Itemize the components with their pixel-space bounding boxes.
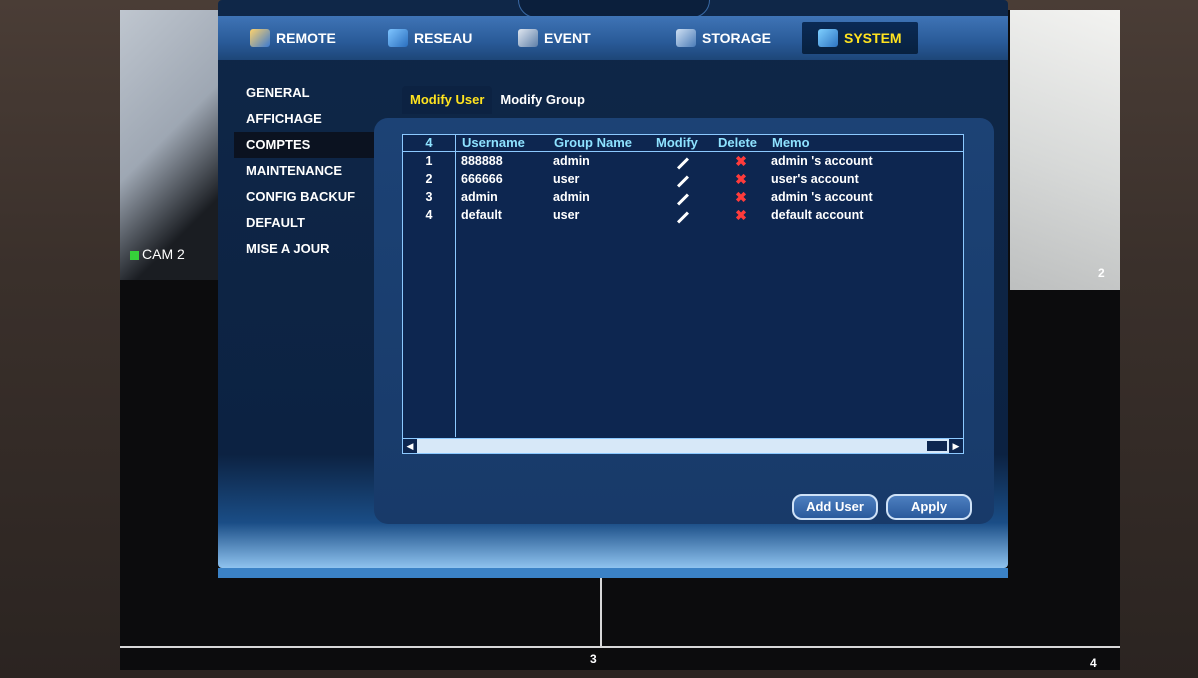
tab-event-label: EVENT (544, 30, 591, 46)
delete-button[interactable]: ✖ (717, 153, 765, 170)
tab-remote[interactable]: REMOTE (250, 22, 336, 54)
dialog-bottom-glow (218, 568, 1008, 578)
camera-number-3: 3 (590, 652, 597, 666)
tab-modify-group[interactable]: Modify Group (492, 86, 593, 114)
pencil-icon (676, 157, 690, 170)
horizontal-scrollbar[interactable]: ◀ ▶ (403, 438, 963, 453)
row-username: admin (461, 190, 498, 204)
header-delete: Delete (718, 135, 758, 150)
table-row[interactable]: 3 admin admin ✖ admin 's account (403, 188, 963, 206)
grid-divider-v (600, 570, 602, 648)
camera-feed-2 (120, 10, 232, 280)
tab-event[interactable]: EVENT (518, 22, 591, 54)
storage-icon (676, 29, 696, 47)
modify-button[interactable] (655, 190, 711, 206)
sidebar-item-maintenance[interactable]: MAINTENANCE (234, 158, 384, 184)
apply-button[interactable]: Apply (886, 494, 972, 520)
row-memo: user's account (771, 172, 859, 186)
camera-number-2: 2 (1098, 266, 1105, 280)
settings-dialog: REMOTE RESEAU EVENT STORAGE SYSTEM GENER… (218, 0, 1008, 568)
network-icon (388, 29, 408, 47)
pencil-icon (676, 193, 690, 206)
main-tab-bar: REMOTE RESEAU EVENT STORAGE SYSTEM (218, 16, 1008, 60)
sidebar-item-mise-a-jour[interactable]: MISE A JOUR (234, 236, 384, 262)
tab-modify-user[interactable]: Modify User (402, 86, 493, 114)
row-group: admin (553, 154, 590, 168)
sidebar-item-comptes[interactable]: COMPTES (234, 132, 384, 158)
table-rows: 1 888888 admin ✖ admin 's account 2 6666… (403, 152, 963, 224)
tab-storage-label: STORAGE (702, 30, 771, 46)
sidebar-item-config-backup[interactable]: CONFIG BACKUF (234, 184, 384, 210)
row-number: 2 (425, 172, 433, 186)
subtab-bar: Modify User Modify Group (402, 86, 593, 114)
grid-divider-h (120, 646, 1120, 648)
event-icon (518, 29, 538, 47)
tab-reseau-label: RESEAU (414, 30, 473, 46)
camera-label-text: CAM 2 (142, 246, 185, 262)
camera-number-4: 4 (1090, 656, 1097, 670)
pencil-icon (676, 211, 690, 224)
delete-button[interactable]: ✖ (717, 171, 765, 188)
row-number: 1 (425, 154, 433, 168)
header-modify: Modify (656, 135, 698, 150)
tab-system[interactable]: SYSTEM (802, 22, 918, 54)
delete-button[interactable]: ✖ (717, 207, 765, 224)
row-username: 888888 (461, 154, 503, 168)
row-memo: default account (771, 208, 864, 222)
table-header: 4 Username Group Name Modify Delete Memo (403, 135, 963, 152)
x-icon: ✖ (735, 152, 747, 169)
row-username: default (461, 208, 502, 222)
modify-button[interactable] (655, 172, 711, 188)
header-username: Username (462, 135, 525, 150)
sidebar-item-default[interactable]: DEFAULT (234, 210, 384, 236)
user-count: 4 (403, 135, 456, 151)
scroll-thumb[interactable] (927, 441, 947, 451)
add-user-button[interactable]: Add User (792, 494, 878, 520)
row-number: 4 (425, 208, 433, 222)
row-group: admin (553, 190, 590, 204)
table-row[interactable]: 4 default user ✖ default account (403, 206, 963, 224)
header-group-name: Group Name (554, 135, 633, 150)
row-number: 3 (425, 190, 433, 204)
modify-button[interactable] (655, 154, 711, 170)
row-group: user (553, 172, 580, 186)
table-row[interactable]: 2 666666 user ✖ user's account (403, 170, 963, 188)
tab-system-label: SYSTEM (844, 30, 902, 46)
x-icon: ✖ (735, 206, 747, 223)
x-icon: ✖ (735, 170, 747, 187)
table-row[interactable]: 1 888888 admin ✖ admin 's account (403, 152, 963, 170)
tab-remote-label: REMOTE (276, 30, 336, 46)
camera-feed-right (1010, 10, 1120, 290)
sidebar-item-general[interactable]: GENERAL (234, 80, 384, 106)
camera-label: CAM 2 (130, 246, 185, 262)
system-icon (818, 29, 838, 47)
row-username: 666666 (461, 172, 503, 186)
sidebar-item-affichage[interactable]: AFFICHAGE (234, 106, 384, 132)
row-memo: admin 's account (771, 190, 873, 204)
x-icon: ✖ (735, 188, 747, 205)
modify-button[interactable] (655, 208, 711, 224)
delete-button[interactable]: ✖ (717, 189, 765, 206)
remote-icon (250, 29, 270, 47)
tab-reseau[interactable]: RESEAU (388, 22, 472, 54)
user-table: 4 Username Group Name Modify Delete Memo… (402, 134, 964, 454)
pencil-icon (676, 175, 690, 188)
row-memo: admin 's account (771, 154, 873, 168)
recording-icon (130, 250, 139, 260)
row-group: user (553, 208, 580, 222)
scroll-right-icon[interactable]: ▶ (949, 439, 963, 453)
tab-storage[interactable]: STORAGE (676, 22, 771, 54)
scroll-left-icon[interactable]: ◀ (403, 439, 417, 453)
header-memo: Memo (772, 135, 810, 150)
sidebar: GENERAL AFFICHAGE COMPTES MAINTENANCE CO… (234, 80, 384, 262)
